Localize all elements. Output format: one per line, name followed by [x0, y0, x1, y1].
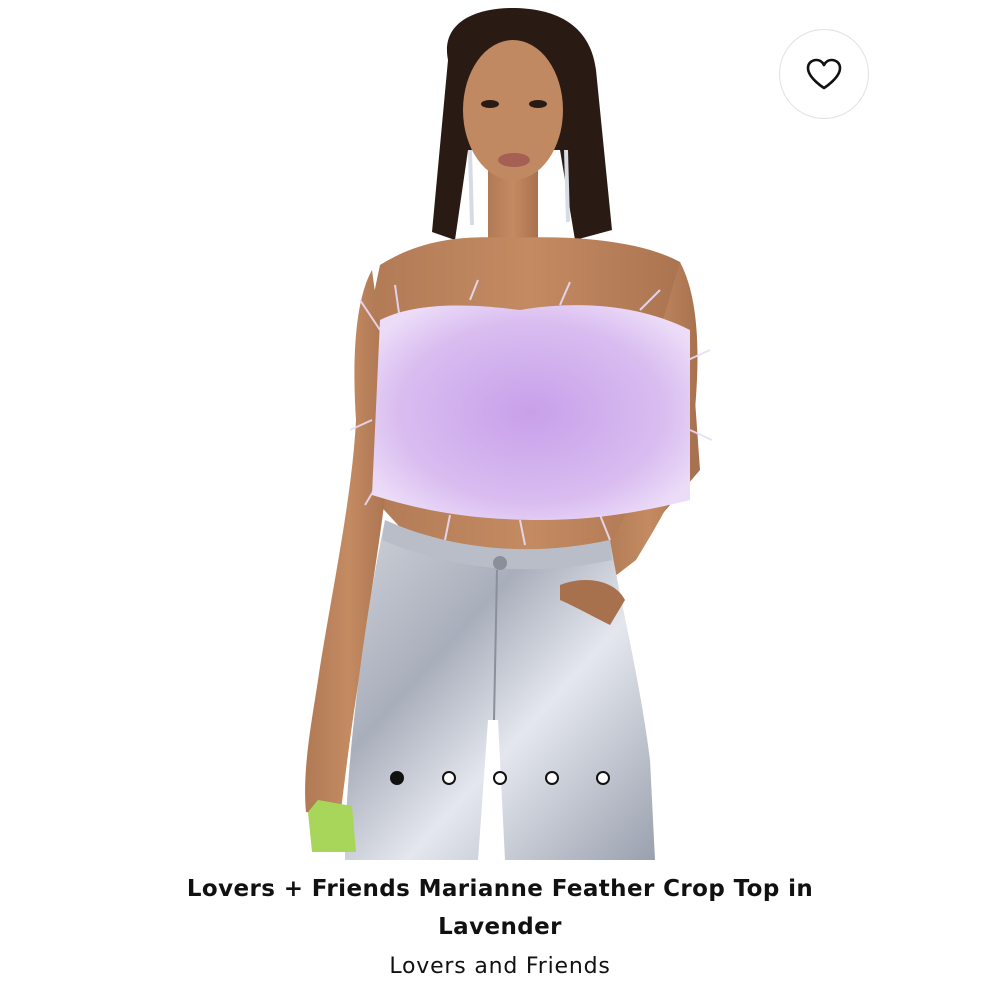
product-photo: [305, 8, 713, 860]
product-detail-page: Lovers + Friends Marianne Feather Crop T…: [0, 0, 1000, 1000]
carousel-dot-1[interactable]: [390, 771, 404, 785]
carousel-dot-3[interactable]: [493, 771, 507, 785]
product-brand[interactable]: Lovers and Friends: [150, 950, 850, 984]
carousel-dot-4[interactable]: [544, 771, 559, 785]
carousel-dot-2[interactable]: [441, 771, 456, 785]
carousel-dot-5[interactable]: [596, 771, 610, 785]
heart-outline-icon: [806, 58, 842, 90]
image-carousel-dots: [390, 768, 610, 788]
product-image[interactable]: [0, 0, 1000, 860]
wishlist-button[interactable]: [779, 29, 869, 119]
product-title: Lovers + Friends Marianne Feather Crop T…: [186, 876, 814, 940]
